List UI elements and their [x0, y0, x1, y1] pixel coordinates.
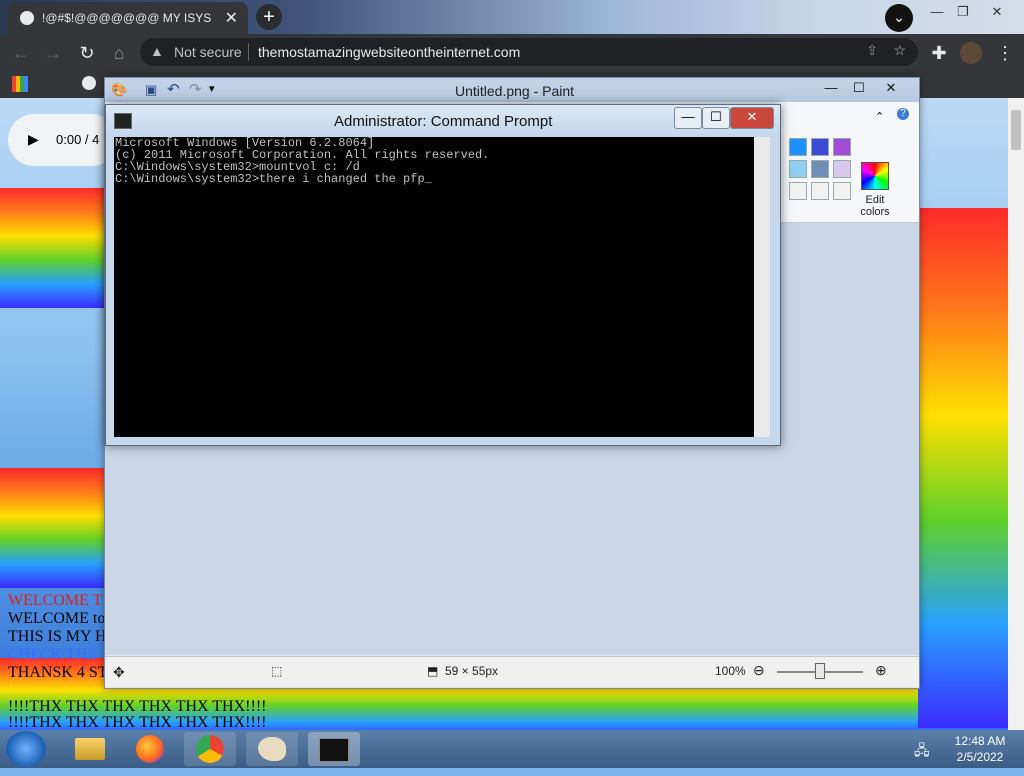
welcome-line-3: THIS IS MY H	[8, 628, 107, 645]
ribbon-collapse-icon[interactable]: ⌃	[875, 110, 884, 123]
rainbow-graphic	[918, 208, 1008, 728]
paint-minimize-button[interactable]: —	[817, 78, 845, 98]
edit-colors-button[interactable]: Edit colors	[855, 162, 895, 218]
extensions-icon[interactable]: ✚	[928, 42, 950, 64]
play-icon[interactable]: ▶	[28, 131, 39, 148]
welcome-line-4[interactable]: CHECK THE	[8, 646, 97, 664]
star-icon[interactable]: ☆	[893, 42, 906, 59]
divider	[248, 43, 249, 61]
color-swatch[interactable]	[789, 138, 807, 156]
taskbar: 🖧 12:48 AM 2/5/2022	[0, 730, 1024, 768]
color-swatch[interactable]	[833, 160, 851, 178]
close-window-button[interactable]: ✕	[986, 3, 1008, 21]
avatar[interactable]	[960, 42, 982, 64]
paint-statusbar: ✥ ⬚ ⬒ 59 × 55px 100% ⊖ ⊕	[105, 656, 919, 687]
redo-icon[interactable]: ↷	[189, 80, 202, 98]
menu-icon[interactable]: ⋮	[994, 42, 1016, 64]
color-swatch[interactable]	[811, 160, 829, 178]
cmd-maximize-button[interactable]: ☐	[702, 107, 730, 129]
file-explorer-icon[interactable]	[64, 732, 116, 766]
tab-title: !@#$!@@@@@@@ MY ISYS PF	[42, 11, 212, 25]
cmd-close-button[interactable]: ✕	[730, 107, 774, 129]
zoom-in-icon[interactable]: ⊕	[875, 662, 887, 679]
browser-tab[interactable]: !@#$!@@@@@@@ MY ISYS PF ✕	[8, 2, 248, 34]
move-cursor-icon: ✥	[113, 664, 125, 680]
image-size: 59 × 55px	[445, 664, 499, 678]
help-icon[interactable]: ?	[897, 108, 909, 120]
minimize-window-button[interactable]: —	[926, 3, 948, 21]
cmd-console[interactable]: Microsoft Windows [Version 6.2.8064] (c)…	[114, 137, 754, 437]
color-swatch[interactable]	[833, 138, 851, 156]
globe-icon[interactable]	[82, 76, 96, 90]
restore-window-button[interactable]: ❐	[952, 3, 974, 21]
taskbar-clock[interactable]: 12:48 AM 2/5/2022	[940, 733, 1020, 765]
color-swatch[interactable]	[789, 160, 807, 178]
not-secure-label[interactable]: Not secure	[174, 44, 242, 60]
address-bar[interactable]: ▲ Not secure themostamazingwebsiteonthei…	[140, 38, 918, 66]
globe-icon	[20, 11, 34, 25]
image-size-icon: ⬒	[427, 664, 439, 678]
back-icon[interactable]: ←	[10, 42, 32, 64]
thx-line-2: !!!!THX THX THX THX THX THX!!!!	[8, 714, 267, 730]
welcome-line-2: WELCOME to	[8, 610, 106, 627]
cmd-icon	[114, 113, 132, 129]
paint-taskbar-icon[interactable]	[246, 732, 298, 766]
audio-time: 0:00 / 4	[56, 132, 100, 147]
paint-title: Untitled.png - Paint	[455, 83, 575, 99]
selection-icon: ⬚	[271, 664, 283, 678]
color-wheel-icon	[861, 162, 889, 190]
welcome-line-1: WELCOME T	[8, 592, 103, 609]
home-icon[interactable]: ⌂	[108, 42, 130, 64]
firefox-icon[interactable]	[124, 732, 176, 766]
start-button[interactable]	[6, 731, 46, 767]
cmd-scrollbar[interactable]	[754, 137, 770, 437]
tab-search-chevron-icon[interactable]: ⌄	[885, 4, 913, 32]
zoom-slider-thumb[interactable]	[815, 663, 825, 679]
cmd-window: Administrator: Command Prompt — ☐ ✕ Micr…	[105, 104, 781, 446]
zoom-out-icon[interactable]: ⊖	[753, 662, 765, 679]
apps-grid-icon[interactable]	[12, 76, 28, 92]
warning-icon: ▲	[150, 43, 164, 59]
clock-time: 12:48 AM	[954, 734, 1006, 748]
chrome-icon[interactable]	[184, 732, 236, 766]
paint-close-button[interactable]: ✕	[877, 78, 905, 98]
cmd-taskbar-icon[interactable]	[308, 732, 360, 766]
zoom-level: 100%	[715, 664, 746, 678]
paint-titlebar[interactable]: 🎨 ▣ ↶ ↷ ▾ Untitled.png - Paint — ☐ ✕	[105, 78, 919, 102]
clock-date: 2/5/2022	[956, 750, 1004, 764]
color-swatch[interactable]	[833, 182, 851, 200]
color-swatch[interactable]	[789, 182, 807, 200]
network-icon[interactable]: 🖧	[914, 740, 930, 764]
scrollbar-thumb[interactable]	[1011, 110, 1021, 150]
url-text[interactable]: themostamazingwebsiteontheinternet.com	[258, 44, 520, 60]
color-swatch[interactable]	[811, 138, 829, 156]
browser-toolbar: ← → ↻ ⌂ ▲ Not secure themostamazingwebsi…	[0, 34, 1024, 70]
reload-icon[interactable]: ↻	[76, 42, 98, 64]
edit-colors-label: Edit colors	[860, 194, 890, 218]
save-icon[interactable]: ▣	[145, 82, 157, 98]
console-line: C:\Windows\system32>there i changed the …	[115, 172, 432, 186]
page-scrollbar[interactable]	[1008, 98, 1024, 730]
new-tab-button[interactable]: +	[256, 4, 282, 30]
cmd-titlebar[interactable]: Administrator: Command Prompt — ☐ ✕	[106, 105, 780, 137]
tab-strip: !@#$!@@@@@@@ MY ISYS PF ✕ + ⌄ — ❐ ✕	[0, 0, 1024, 34]
audio-player[interactable]: ▶ 0:00 / 4	[8, 114, 118, 166]
paint-maximize-button[interactable]: ☐	[845, 78, 873, 98]
color-swatch[interactable]	[811, 182, 829, 200]
undo-icon[interactable]: ↶	[167, 80, 180, 98]
rainbow-graphic	[0, 188, 110, 308]
share-icon[interactable]: ⇪	[866, 42, 878, 59]
forward-icon[interactable]: →	[42, 42, 64, 64]
quick-access-dropdown-icon[interactable]: ▾	[209, 82, 215, 95]
cmd-title: Administrator: Command Prompt	[334, 113, 553, 130]
close-tab-icon[interactable]: ✕	[225, 8, 238, 28]
rainbow-graphic	[0, 468, 110, 588]
paint-app-icon[interactable]: 🎨	[111, 82, 127, 98]
welcome-line-5: THANSK 4 ST	[8, 664, 108, 681]
cmd-minimize-button[interactable]: —	[674, 107, 702, 129]
